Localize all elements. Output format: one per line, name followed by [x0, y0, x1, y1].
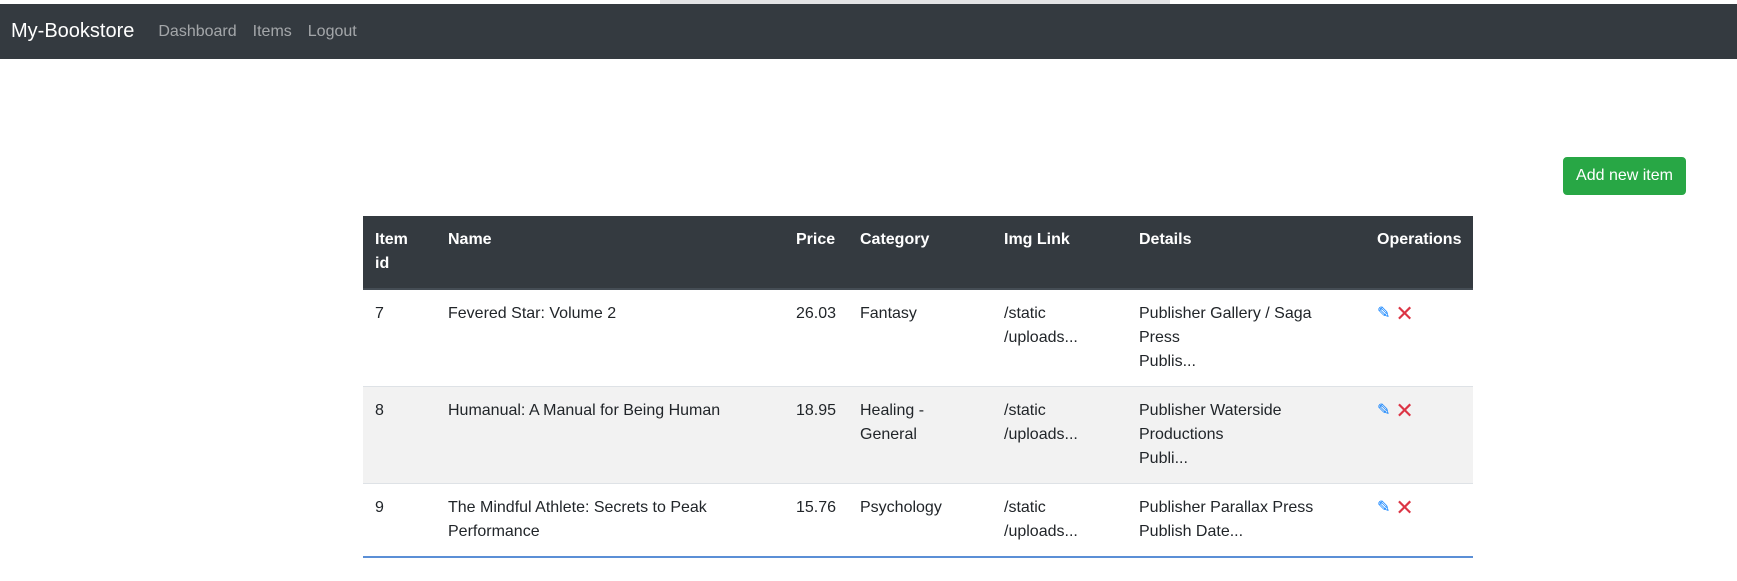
cell-details: Publisher Gallery / Saga Press Publis... — [1127, 288, 1365, 387]
cell-operations: ✎ ✕ — [1365, 483, 1473, 558]
cell-name: Humanual: A Manual for Being Human — [436, 386, 784, 484]
cell-category: Healing - General — [848, 386, 992, 484]
x-icon[interactable]: ✕ — [1395, 399, 1413, 423]
cell-name: The Mindful Athlete: Secrets to Peak Per… — [436, 483, 784, 558]
nav-link-dashboard[interactable]: Dashboard — [158, 23, 236, 41]
nav-link-items[interactable]: Items — [253, 23, 292, 41]
cell-operations: ✎ ✕ — [1365, 288, 1473, 387]
cell-price: 18.95 — [784, 386, 848, 484]
cell-img-link: /static /uploads... — [992, 483, 1127, 558]
header-details: Details — [1127, 216, 1365, 290]
cell-details: Publisher Parallax Press Publish Date... — [1127, 483, 1365, 558]
header-name: Name — [436, 216, 784, 290]
cell-img-link: /static /uploads... — [992, 288, 1127, 387]
cell-item-id: 7 — [363, 288, 436, 387]
items-table: Item id Name Price Category Img Link Det… — [363, 216, 1473, 558]
cell-price: 15.76 — [784, 483, 848, 558]
details-publisher: Publisher Gallery / Saga Press — [1139, 305, 1312, 346]
cell-price: 26.03 — [784, 288, 848, 387]
cell-details: Publisher Waterside Productions Publi... — [1127, 386, 1365, 484]
details-more: Publish Date... — [1139, 523, 1244, 540]
details-publisher: Publisher Parallax Press — [1139, 499, 1314, 516]
header-category: Category — [848, 216, 992, 290]
cell-category: Psychology — [848, 483, 992, 558]
top-navbar: My-Bookstore Dashboard Items Logout — [0, 4, 1737, 59]
x-icon[interactable]: ✕ — [1395, 302, 1413, 326]
x-icon[interactable]: ✕ — [1395, 496, 1413, 520]
pencil-icon[interactable]: ✎ — [1377, 302, 1390, 326]
table-row: 8 Humanual: A Manual for Being Human 18.… — [363, 386, 1473, 484]
navbar-brand[interactable]: My-Bookstore — [11, 20, 134, 43]
items-table-container: Item id Name Price Category Img Link Det… — [363, 216, 1473, 558]
table-row: 9 The Mindful Athlete: Secrets to Peak P… — [363, 483, 1473, 558]
cell-name: Fevered Star: Volume 2 — [436, 288, 784, 387]
nav-link-logout[interactable]: Logout — [308, 23, 357, 41]
table-header: Item id Name Price Category Img Link Det… — [363, 216, 1473, 290]
header-item-id: Item id — [363, 216, 436, 290]
add-new-item-button[interactable]: Add new item — [1563, 157, 1686, 195]
cell-item-id: 9 — [363, 483, 436, 558]
pencil-icon[interactable]: ✎ — [1377, 496, 1390, 520]
details-more: Publis... — [1139, 353, 1196, 370]
header-operations: Operations — [1365, 216, 1473, 290]
cell-item-id: 8 — [363, 386, 436, 484]
details-more: Publi... — [1139, 450, 1188, 467]
cell-category: Fantasy — [848, 288, 992, 387]
header-price: Price — [784, 216, 848, 290]
details-publisher: Publisher Waterside Productions — [1139, 402, 1282, 443]
cell-img-link: /static /uploads... — [992, 386, 1127, 484]
cell-operations: ✎ ✕ — [1365, 386, 1473, 484]
table-row: 7 Fevered Star: Volume 2 26.03 Fantasy /… — [363, 288, 1473, 387]
header-img-link: Img Link — [992, 216, 1127, 290]
pencil-icon[interactable]: ✎ — [1377, 399, 1390, 423]
